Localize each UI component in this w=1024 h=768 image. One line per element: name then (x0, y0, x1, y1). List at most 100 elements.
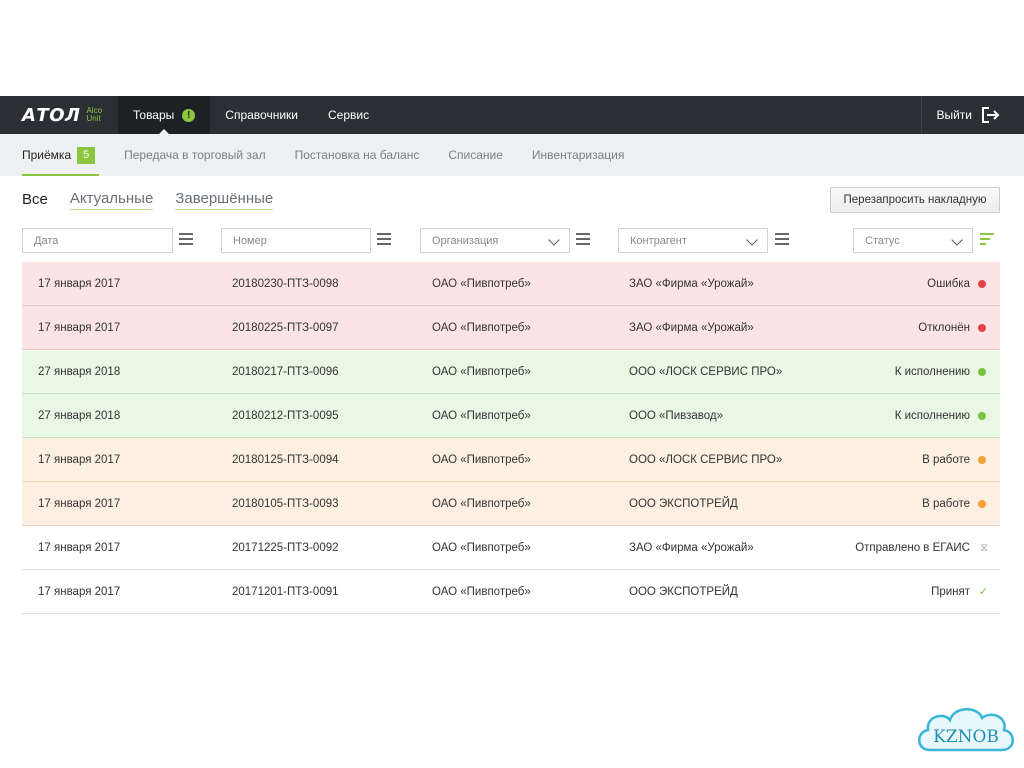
date-cell: 17 января 2017 (38, 542, 121, 554)
number-filter-placeholder: Номер (233, 234, 267, 247)
logout-button[interactable]: Выйти (921, 96, 1024, 134)
date-cell: 17 января 2017 (38, 322, 121, 334)
organization-cell: ОАО «Пивпотреб» (432, 454, 531, 466)
requery-invoice-button[interactable]: Перезапросить накладную (830, 187, 1000, 213)
table-row[interactable]: 27 января 2018 20180212-ПТЗ-0095 ОАО «Пивп… (22, 394, 1000, 438)
brand-sub-line2: Unit (86, 114, 101, 123)
date-column-menu-icon[interactable] (179, 233, 193, 245)
nav-item-service[interactable]: Сервис (313, 96, 384, 134)
contractor-cell: ООО «ЛОСК СЕРВИС ПРО» (629, 366, 783, 378)
number-cell: 20180230-ПТЗ-0098 (232, 278, 339, 290)
organization-column-menu-icon[interactable] (576, 233, 590, 245)
table-row[interactable]: 27 января 2018 20180217-ПТЗ-0096 ОАО «Пивп… (22, 350, 1000, 394)
table-row[interactable]: 17 января 2017 20180105-ПТЗ-0093 ОАО «Пивп… (22, 482, 1000, 526)
number-cell: 20180212-ПТЗ-0095 (232, 410, 339, 422)
subnav-item-label: Приёмка (22, 148, 72, 162)
sub-nav-bar: Приёмка 5 Передача в торговый зал Постан… (0, 134, 1024, 176)
contractor-filter-select[interactable]: Контрагент (618, 228, 768, 253)
invoice-table: 17 января 2017 20180230-ПТЗ-0098 ОАО «Пивп… (22, 262, 1000, 614)
status-cell: Отправлено в ЕГАИС (855, 542, 970, 554)
status-cell: К исполнению (894, 410, 970, 422)
subnav-item-label: Списание (448, 148, 503, 162)
subnav-item-balance[interactable]: Постановка на баланс (295, 134, 420, 176)
number-cell: 20171225-ПТЗ-0092 (232, 542, 339, 554)
organization-cell: ОАО «Пивпотреб» (432, 278, 531, 290)
organization-cell: ОАО «Пивпотреб» (432, 410, 531, 422)
contractor-cell: ЗАО «Фирма «Урожай» (629, 542, 754, 554)
date-cell: 17 января 2017 (38, 454, 121, 466)
orange-dot-icon (978, 456, 986, 464)
chevron-down-icon (548, 234, 560, 246)
chevron-down-icon (746, 234, 758, 246)
number-filter-input[interactable]: Номер (221, 228, 371, 253)
status-cell: В работе (922, 454, 970, 466)
status-cell: Ошибка (927, 278, 970, 290)
watermark-logo: KZNOB (918, 708, 1014, 752)
status-cell: Отклонён (918, 322, 970, 334)
logout-icon (982, 107, 1000, 123)
contractor-cell: ЗАО «Фирма «Урожай» (629, 278, 754, 290)
nav-item-goods[interactable]: Товары ! (118, 96, 211, 134)
subnav-item-inventory[interactable]: Инвентаризация (532, 134, 624, 176)
page: АТОЛ Alco Unit Товары ! Справочники Серв… (0, 0, 1024, 768)
logout-label: Выйти (936, 108, 972, 122)
brand-subtitle: Alco Unit (86, 107, 102, 123)
count-badge: 5 (77, 146, 96, 164)
table-row[interactable]: 17 января 2017 20180230-ПТЗ-0098 ОАО «Пивп… (22, 262, 1000, 306)
status-cell: В работе (922, 498, 970, 510)
date-cell: 27 января 2018 (38, 410, 121, 422)
date-cell: 17 января 2017 (38, 586, 121, 598)
red-dot-icon (978, 280, 986, 288)
brand-logo[interactable]: АТОЛ Alco Unit (0, 96, 118, 134)
contractor-cell: ЗАО «Фирма «Урожай» (629, 322, 754, 334)
status-cell: К исполнению (894, 366, 970, 378)
contractor-column-menu-icon[interactable] (775, 233, 789, 245)
nav-item-references[interactable]: Справочники (210, 96, 313, 134)
orange-dot-icon (978, 500, 986, 508)
date-cell: 27 января 2018 (38, 366, 121, 378)
status-cell: Принят (931, 586, 970, 598)
organization-cell: ОАО «Пивпотреб» (432, 498, 531, 510)
tab-actual[interactable]: Актуальные (69, 190, 154, 210)
number-cell: 20180225-ПТЗ-0097 (232, 322, 339, 334)
organization-filter-placeholder: Организация (432, 234, 499, 247)
status-filter-placeholder: Статус (865, 234, 900, 247)
date-filter-input[interactable]: Дата (22, 228, 173, 253)
top-nav-bar: АТОЛ Alco Unit Товары ! Справочники Серв… (0, 96, 1024, 134)
table-row[interactable]: 17 января 2017 20171225-ПТЗ-0092 ОАО «Пивп… (22, 526, 1000, 570)
subnav-item-transfer[interactable]: Передача в торговый зал (124, 134, 265, 176)
organization-filter-select[interactable]: Организация (420, 228, 570, 253)
subnav-item-writeoff[interactable]: Списание (448, 134, 503, 176)
table-row[interactable]: 17 января 2017 20171201-ПТЗ-0091 ОАО «Пивп… (22, 570, 1000, 614)
organization-cell: ОАО «Пивпотреб» (432, 366, 531, 378)
hourglass-icon: ⧖ (980, 542, 988, 554)
number-cell: 20180105-ПТЗ-0093 (232, 498, 339, 510)
brand-name: АТОЛ (22, 104, 81, 126)
number-cell: 20171201-ПТЗ-0091 (232, 586, 339, 598)
tab-all[interactable]: Все (22, 191, 48, 210)
subnav-item-receiving[interactable]: Приёмка 5 (22, 134, 100, 176)
date-cell: 17 января 2017 (38, 498, 121, 510)
number-cell: 20180217-ПТЗ-0096 (232, 366, 339, 378)
date-cell: 17 января 2017 (38, 278, 121, 290)
tab-completed[interactable]: Завершённые (175, 190, 274, 210)
contractor-cell: ООО ЭКСПОТРЕЙД (629, 498, 738, 510)
chevron-down-icon (951, 234, 963, 246)
sort-icon[interactable] (980, 233, 994, 245)
contractor-cell: ООО «Пивзавод» (629, 410, 723, 422)
table-row[interactable]: 17 января 2017 20180125-ПТЗ-0094 ОАО «Пивп… (22, 438, 1000, 482)
contractor-cell: ООО «ЛОСК СЕРВИС ПРО» (629, 454, 783, 466)
subnav-item-label: Постановка на баланс (294, 148, 420, 162)
nav-item-label: Справочники (225, 108, 298, 122)
status-filter-select[interactable]: Статус (853, 228, 973, 253)
table-row[interactable]: 17 января 2017 20180225-ПТЗ-0097 ОАО «Пивп… (22, 306, 1000, 350)
green-dot-icon (978, 368, 986, 376)
number-column-menu-icon[interactable] (377, 233, 391, 245)
nav-item-label: Товары (133, 108, 175, 122)
number-cell: 20180125-ПТЗ-0094 (232, 454, 339, 466)
subnav-item-label: Передача в торговый зал (124, 148, 266, 162)
contractor-cell: ООО ЭКСПОТРЕЙД (629, 586, 738, 598)
date-filter-placeholder: Дата (34, 234, 59, 247)
contractor-filter-placeholder: Контрагент (630, 234, 687, 247)
organization-cell: ОАО «Пивпотреб» (432, 322, 531, 334)
